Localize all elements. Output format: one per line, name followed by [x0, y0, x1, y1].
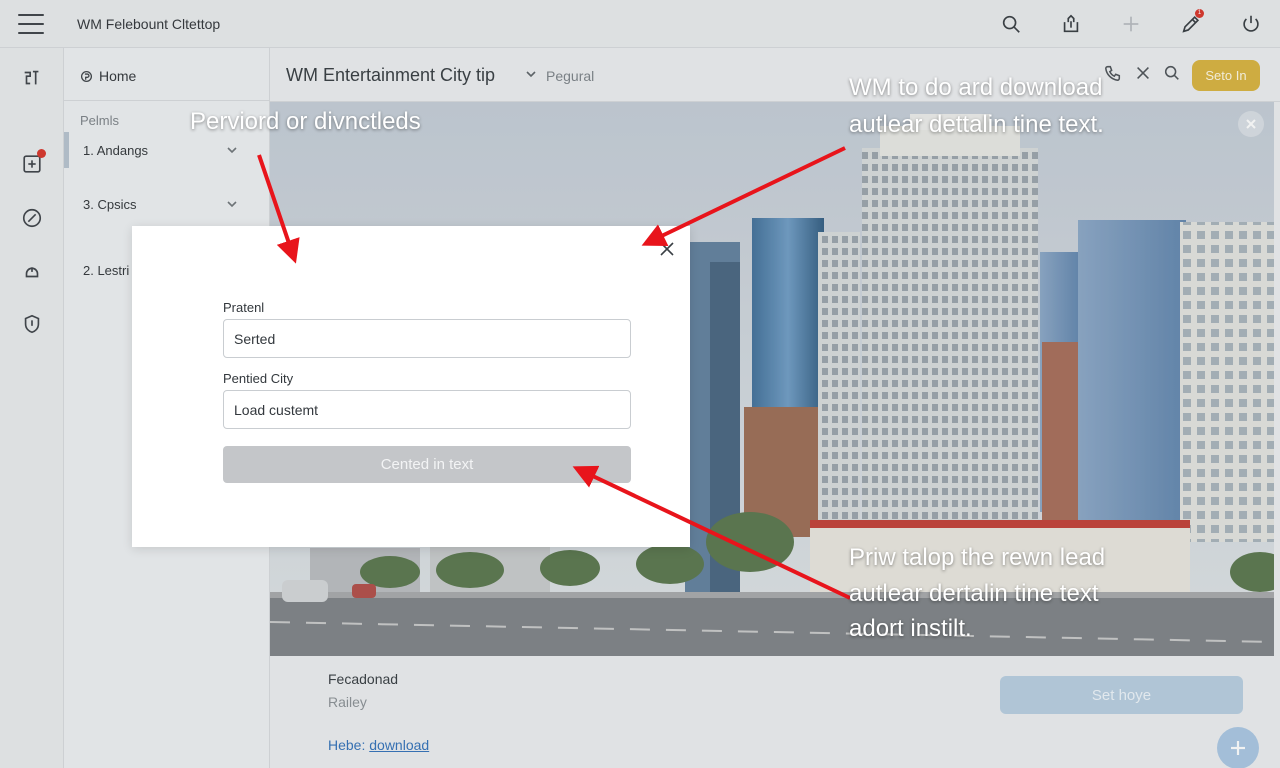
field2-label: Pentied City	[223, 371, 294, 386]
annotation-text-2a: WM to do ard download	[849, 74, 1103, 101]
field1-input[interactable]	[223, 319, 631, 358]
modal-dialog: Pratenl Pentied City Cented in text	[132, 226, 690, 547]
annotation-text-3b: autlear dertalin tine text	[849, 580, 1099, 607]
city-input[interactable]	[223, 390, 631, 429]
annotation-text-1: Perviord or divnctleds	[190, 108, 421, 135]
annotation-text-3a: Priw talop the rewn lead	[849, 544, 1106, 571]
field1-label: Pratenl	[223, 300, 265, 315]
annotation-text-3c: adort instilt.	[849, 615, 972, 642]
annotation-text-2b: autlear dettalin tine text.	[849, 111, 1104, 138]
submit-button[interactable]: Cented in text	[223, 446, 631, 483]
close-icon[interactable]	[659, 241, 677, 259]
